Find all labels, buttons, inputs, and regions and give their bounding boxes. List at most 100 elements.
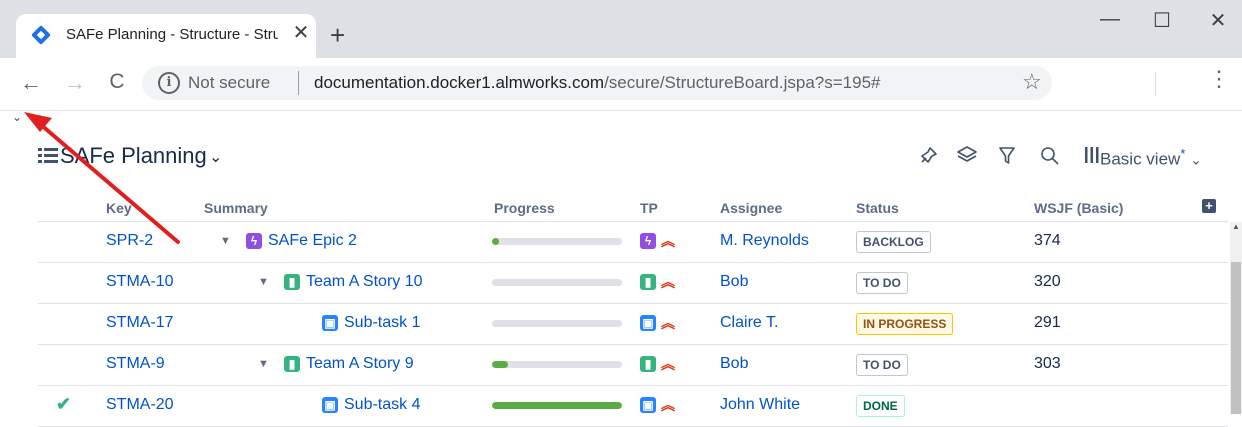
column-header-progress[interactable]: Progress [494, 200, 555, 216]
row-divider [38, 303, 1228, 304]
row-divider [38, 385, 1228, 386]
row-divider [38, 344, 1228, 345]
assignee-link[interactable]: Bob [720, 355, 748, 373]
row-divider [38, 262, 1228, 263]
layers-icon[interactable] [956, 145, 978, 165]
issue-summary-link[interactable]: Team A Story 9 [306, 355, 414, 373]
collapse-header-chevron-icon[interactable]: ⌄ [12, 110, 22, 124]
column-header-assignee[interactable]: Assignee [720, 200, 782, 216]
issue-key-link[interactable]: SPR-2 [106, 232, 153, 250]
close-window-button[interactable]: ✕ [1198, 8, 1238, 33]
issue-key-link[interactable]: STMA-17 [106, 314, 174, 332]
url-path: /secure/StructureBoard.jspa?s=195# [604, 73, 881, 92]
progress-fill [492, 238, 499, 245]
maximize-button[interactable]: ☐ [1142, 8, 1182, 33]
priority-highest-icon: ︽ [661, 356, 675, 372]
add-column-button[interactable]: + [1202, 199, 1216, 213]
new-tab-button[interactable]: + [330, 20, 345, 50]
progress-bar [492, 279, 622, 286]
column-header-wsjf[interactable]: WSJF (Basic) [1034, 200, 1123, 216]
browser-tab-strip: SAFe Planning - Structure - Structu ✕ + … [0, 0, 1242, 58]
toolbar-divider [1155, 72, 1156, 96]
progress-fill [492, 402, 622, 409]
assignee-link[interactable]: John White [720, 396, 800, 414]
view-chevron-down-icon: ⌄ [1190, 151, 1202, 168]
header-divider [38, 221, 1228, 222]
tp-story-type-icon: ▮ [640, 274, 656, 290]
security-label: Not secure [188, 73, 271, 92]
tp-epic-type-icon: ϟ [640, 233, 656, 249]
url-text[interactable]: documentation.docker1.almworks.com/secur… [314, 73, 881, 93]
priority-highest-icon: ︽ [661, 397, 675, 413]
url-host: documentation.docker1.almworks.com [314, 73, 605, 92]
columns-view-icon[interactable] [1084, 145, 1100, 165]
assignee-link[interactable]: Claire T. [720, 314, 778, 332]
progress-bar [492, 320, 622, 327]
issue-summary-link[interactable]: SAFe Epic 2 [268, 232, 357, 250]
column-header-status[interactable]: Status [856, 200, 899, 216]
subtask-type-icon: ▣ [322, 315, 338, 331]
address-bar[interactable]: i Not secure documentation.docker1.almwo… [142, 66, 1052, 100]
issue-key-link[interactable]: STMA-9 [106, 355, 165, 373]
epic-type-icon: ϟ [246, 233, 262, 249]
wsjf-value: 303 [1034, 355, 1061, 372]
story-type-icon: ▮ [284, 274, 300, 290]
wsjf-value: 320 [1034, 273, 1061, 290]
progress-bar [492, 402, 622, 409]
status-lozenge[interactable]: TO DO [856, 354, 908, 376]
tp-story-type-icon: ▮ [640, 356, 656, 372]
filter-icon[interactable] [998, 146, 1016, 166]
tp-subtask-type-icon: ▣ [640, 315, 656, 331]
progress-fill [492, 361, 508, 368]
column-header-key[interactable]: Key [106, 200, 132, 216]
priority-highest-icon: ︽ [661, 315, 675, 331]
story-type-icon: ▮ [284, 356, 300, 372]
issue-key-link[interactable]: STMA-10 [106, 273, 174, 291]
assignee-link[interactable]: M. Reynolds [720, 232, 809, 250]
view-selector[interactable]: Basic view* ⌄ [1100, 146, 1202, 170]
browser-tab[interactable]: SAFe Planning - Structure - Structu ✕ [16, 14, 316, 58]
tp-subtask-type-icon: ▣ [640, 397, 656, 413]
tab-title: SAFe Planning - Structure - Structu [66, 26, 278, 43]
bookmark-star-icon[interactable]: ☆ [1022, 69, 1042, 95]
scroll-up-arrow-icon[interactable]: ▲ [1232, 222, 1240, 231]
issue-summary-link[interactable]: Sub-task 4 [344, 396, 420, 414]
wsjf-value: 291 [1034, 314, 1061, 331]
structure-icon [38, 147, 58, 163]
forward-button[interactable]: → [60, 70, 90, 96]
expand-toggle-icon[interactable]: ▼ [258, 358, 269, 370]
status-lozenge[interactable]: IN PROGRESS [856, 313, 954, 335]
title-chevron-down-icon[interactable]: ⌄ [209, 147, 222, 167]
reload-button[interactable]: C [102, 70, 132, 94]
browser-toolbar: ← → C i Not secure documentation.docker1… [0, 58, 1242, 111]
tab-close-icon[interactable]: ✕ [288, 20, 314, 46]
issue-summary-link[interactable]: Team A Story 10 [306, 273, 423, 291]
structure-title[interactable]: SAFe Planning [60, 143, 207, 169]
status-lozenge[interactable]: BACKLOG [856, 231, 931, 253]
column-header-summary[interactable]: Summary [204, 200, 268, 216]
view-label: Basic view [1100, 149, 1181, 169]
subtask-type-icon: ▣ [322, 397, 338, 413]
priority-highest-icon: ︽ [661, 233, 675, 249]
view-modified-marker: * [1180, 146, 1186, 161]
scrollbar-thumb[interactable] [1231, 262, 1241, 414]
expand-toggle-icon[interactable]: ▼ [258, 276, 269, 288]
issue-summary-link[interactable]: Sub-task 1 [344, 314, 420, 332]
resolved-check-icon: ✔ [56, 394, 72, 414]
address-separator [298, 71, 299, 95]
issue-key-link[interactable]: STMA-20 [106, 396, 174, 414]
wsjf-value: 374 [1034, 232, 1061, 249]
expand-toggle-icon[interactable]: ▼ [220, 235, 231, 247]
pin-icon[interactable] [918, 146, 938, 166]
progress-bar [492, 238, 622, 245]
search-icon[interactable] [1040, 146, 1060, 166]
jira-favicon-icon [31, 25, 51, 45]
back-button[interactable]: ← [16, 70, 46, 96]
info-icon[interactable]: i [158, 72, 180, 94]
priority-highest-icon: ︽ [661, 274, 675, 290]
minimize-button[interactable]: — [1090, 8, 1130, 31]
assignee-link[interactable]: Bob [720, 273, 748, 291]
status-lozenge[interactable]: TO DO [856, 272, 908, 294]
browser-menu-icon[interactable]: ⋮ [1208, 66, 1230, 92]
column-header-tp[interactable]: TP [640, 200, 658, 216]
